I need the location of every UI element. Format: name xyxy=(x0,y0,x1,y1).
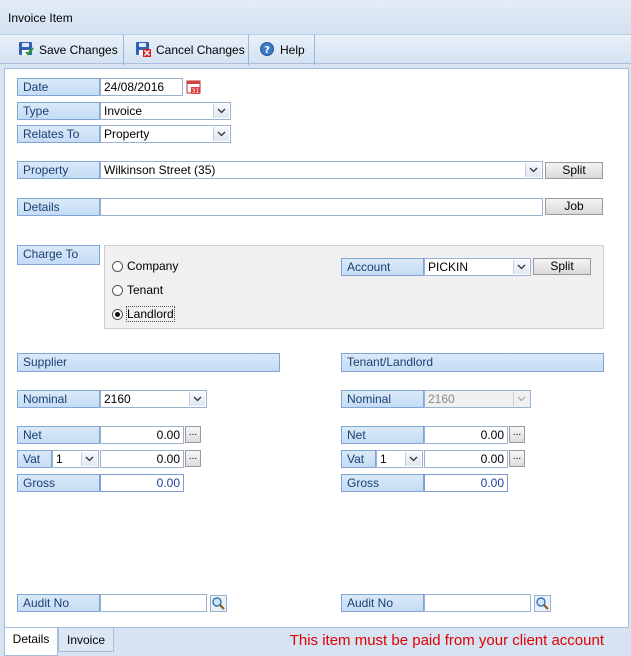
supplier-nominal-label: Nominal xyxy=(17,390,100,408)
property-select[interactable]: Wilkinson Street (35) xyxy=(100,161,543,179)
svg-text:?: ? xyxy=(264,45,270,56)
relates-to-label: Relates To xyxy=(17,125,100,143)
account-label: Account xyxy=(341,258,424,276)
radio-company-label: Company xyxy=(127,259,179,273)
account-value: PICKIN xyxy=(428,260,469,274)
save-changes-label: Save Changes xyxy=(39,43,118,57)
date-label: Date xyxy=(17,78,100,96)
type-value: Invoice xyxy=(104,104,143,118)
supplier-nominal-value: 2160 xyxy=(104,392,131,406)
tl-vat-more-button[interactable]: ... xyxy=(509,450,525,467)
relates-to-value: Property xyxy=(104,127,150,141)
radio-company[interactable]: Company xyxy=(112,259,178,273)
help-icon: ? xyxy=(259,41,275,60)
calendar-icon[interactable]: 31 xyxy=(185,78,203,96)
account-select[interactable]: PICKIN xyxy=(424,258,531,276)
chevron-down-icon xyxy=(513,392,529,406)
tl-nominal-select: 2160 xyxy=(424,390,531,408)
chevron-down-icon[interactable] xyxy=(81,452,97,466)
supplier-vat-code-select[interactable]: 1 xyxy=(52,450,99,468)
tl-nominal-label: Nominal xyxy=(341,390,424,408)
tl-nominal-value: 2160 xyxy=(428,392,455,406)
job-button[interactable]: Job xyxy=(545,198,603,215)
tl-audit-field[interactable] xyxy=(424,594,531,612)
tl-gross-label: Gross xyxy=(341,474,424,492)
supplier-header: Supplier xyxy=(17,353,280,372)
type-label: Type xyxy=(17,102,100,120)
property-split-button[interactable]: Split xyxy=(545,162,603,179)
radio-circle xyxy=(112,284,123,296)
property-label: Property xyxy=(17,161,100,179)
chevron-down-icon[interactable] xyxy=(513,260,529,274)
supplier-gross-label: Gross xyxy=(17,474,100,492)
chevron-down-icon[interactable] xyxy=(405,452,421,466)
tl-vat-label: Vat xyxy=(341,450,376,468)
tl-vat-field[interactable]: 0.00 xyxy=(424,450,508,468)
supplier-net-field[interactable]: 0.00 xyxy=(100,426,184,444)
toolbar-separator xyxy=(248,35,249,65)
cancel-changes-label: Cancel Changes xyxy=(156,43,245,57)
tl-net-label: Net xyxy=(341,426,424,444)
supplier-gross-field: 0.00 xyxy=(100,474,184,492)
toolbar-separator xyxy=(314,35,315,65)
details-label: Details xyxy=(17,198,100,216)
supplier-audit-field[interactable] xyxy=(100,594,207,612)
supplier-nominal-select[interactable]: 2160 xyxy=(100,390,207,408)
radio-circle-selected xyxy=(112,308,123,320)
help-button[interactable]: ? Help xyxy=(259,39,305,61)
chevron-down-icon[interactable] xyxy=(213,104,229,118)
save-changes-button[interactable]: Save Changes xyxy=(18,39,118,61)
search-icon[interactable] xyxy=(533,594,551,612)
client-account-warning: This item must be paid from your client … xyxy=(289,632,604,649)
charge-to-label: Charge To xyxy=(17,245,100,265)
cancel-icon xyxy=(135,41,151,60)
supplier-vat-code: 1 xyxy=(56,452,63,466)
toolbar: Save Changes Cancel Changes ? Help xyxy=(0,34,631,65)
help-label: Help xyxy=(280,43,305,57)
property-value: Wilkinson Street (35) xyxy=(104,163,216,177)
account-split-button[interactable]: Split xyxy=(533,258,591,275)
radio-landlord[interactable]: Landlord xyxy=(112,306,175,322)
tl-net-more-button[interactable]: ... xyxy=(509,426,525,443)
date-field[interactable]: 24/08/2016 xyxy=(100,78,183,96)
type-select[interactable]: Invoice xyxy=(100,102,231,120)
toolbar-separator xyxy=(123,35,124,65)
supplier-vat-more-button[interactable]: ... xyxy=(185,450,201,467)
radio-circle xyxy=(112,260,123,272)
tl-vat-code-select[interactable]: 1 xyxy=(376,450,423,468)
supplier-net-more-button[interactable]: ... xyxy=(185,426,201,443)
cancel-changes-button[interactable]: Cancel Changes xyxy=(135,39,245,61)
radio-landlord-label: Landlord xyxy=(126,306,175,322)
details-panel xyxy=(4,68,629,628)
supplier-vat-field[interactable]: 0.00 xyxy=(100,450,184,468)
tab-details[interactable]: Details xyxy=(4,628,58,656)
radio-tenant-label: Tenant xyxy=(127,283,164,297)
tl-net-field[interactable]: 0.00 xyxy=(424,426,508,444)
save-icon xyxy=(18,41,34,60)
tab-invoice[interactable]: Invoice xyxy=(58,628,114,652)
chevron-down-icon[interactable] xyxy=(189,392,205,406)
supplier-vat-label: Vat xyxy=(17,450,52,468)
svg-text:31: 31 xyxy=(192,88,200,95)
tenant-landlord-header: Tenant/Landlord xyxy=(341,353,604,372)
supplier-net-label: Net xyxy=(17,426,100,444)
relates-to-select[interactable]: Property xyxy=(100,125,231,143)
window-title: Invoice Item xyxy=(8,11,73,25)
chevron-down-icon[interactable] xyxy=(213,127,229,141)
title-bar: Invoice Item xyxy=(0,0,631,34)
search-icon[interactable] xyxy=(209,594,227,612)
tl-vat-code: 1 xyxy=(380,452,387,466)
radio-tenant[interactable]: Tenant xyxy=(112,283,163,297)
chevron-down-icon[interactable] xyxy=(525,163,541,177)
details-field[interactable] xyxy=(100,198,543,216)
supplier-audit-label: Audit No xyxy=(17,594,100,612)
tl-gross-field: 0.00 xyxy=(424,474,508,492)
tl-audit-label: Audit No xyxy=(341,594,424,612)
